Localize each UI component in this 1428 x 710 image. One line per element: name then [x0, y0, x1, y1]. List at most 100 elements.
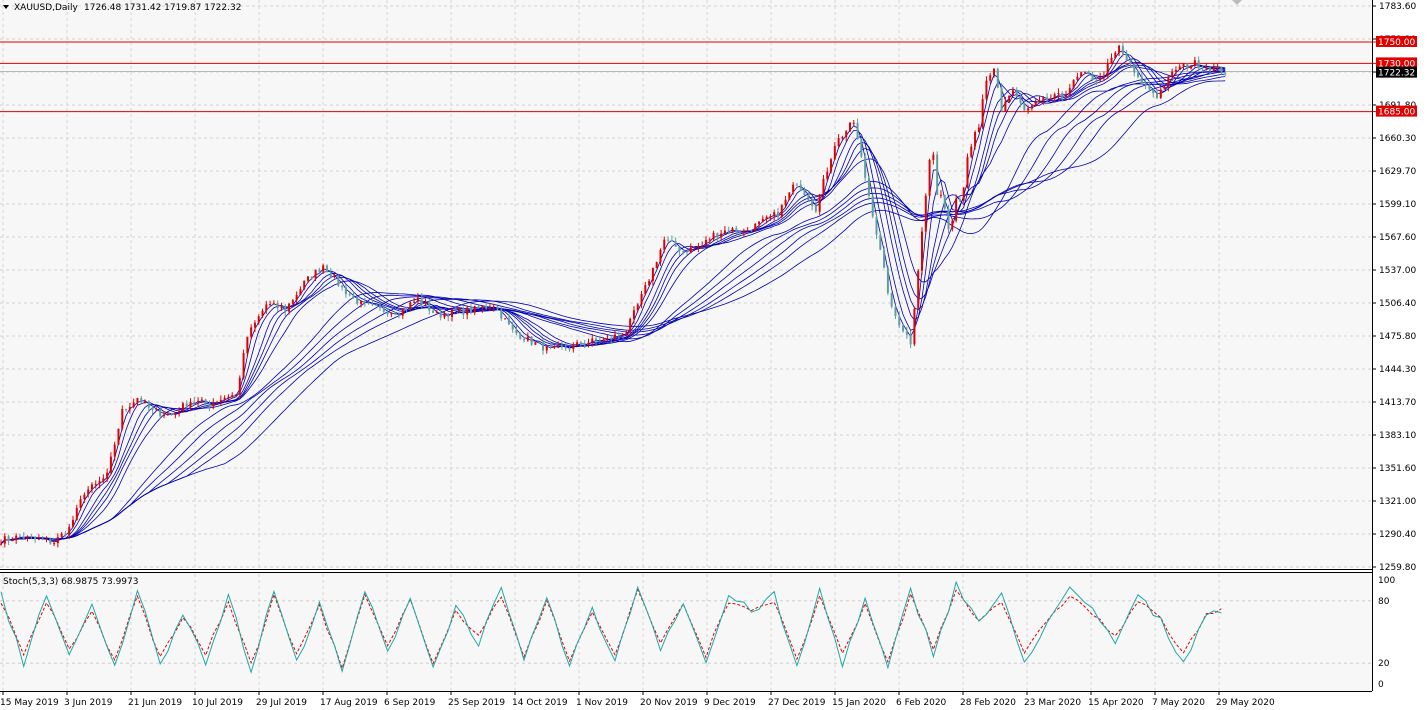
- level-price-label: 1750.00: [1378, 38, 1415, 48]
- candle-body: [242, 353, 245, 378]
- candle-body: [341, 285, 344, 288]
- candle-body: [799, 184, 802, 190]
- candle-body: [803, 189, 806, 196]
- candle-body: [1114, 52, 1117, 58]
- candle-body: [30, 536, 33, 538]
- candle-body: [697, 246, 700, 248]
- candle-body: [144, 401, 147, 403]
- candle-body: [466, 307, 469, 315]
- candle-body: [663, 239, 666, 250]
- candle-body: [22, 536, 25, 539]
- candle-body: [68, 526, 71, 536]
- candle-body: [500, 309, 503, 319]
- candle-body: [746, 230, 749, 232]
- candle-body: [773, 212, 776, 217]
- candle-body: [549, 345, 552, 348]
- candle-body: [1015, 90, 1018, 97]
- candle-body: [560, 345, 563, 347]
- candle-body: [1065, 94, 1068, 97]
- candle-body: [113, 444, 116, 457]
- candle-body: [742, 230, 745, 234]
- candle-body: [667, 239, 670, 241]
- candle-body: [140, 398, 143, 403]
- candle-body: [208, 403, 211, 407]
- candle-body: [3, 536, 6, 544]
- candle-body: [913, 308, 916, 345]
- candle-body: [56, 537, 59, 544]
- candle-body: [678, 246, 681, 252]
- candle-body: [568, 348, 571, 350]
- candle-body: [170, 413, 173, 415]
- candle-body: [1023, 102, 1026, 111]
- price-tick-label: 1413.70: [1379, 398, 1416, 408]
- candle-body: [784, 199, 787, 205]
- candle-body: [439, 312, 442, 318]
- candle-body: [894, 306, 897, 317]
- date-tick-label: 25 Sep 2019: [448, 698, 505, 708]
- price-tick-label: 1383.10: [1379, 431, 1416, 441]
- candle-body: [1080, 72, 1083, 77]
- candle-body: [458, 308, 461, 311]
- candle-body: [1095, 79, 1098, 81]
- price-tick-label: 1506.40: [1379, 299, 1416, 309]
- candle-body: [985, 80, 988, 100]
- stoch-title: Stoch(5,3,3) 68.9875 73.9973: [3, 577, 138, 587]
- candle-body: [216, 402, 219, 404]
- candle-body: [106, 472, 109, 479]
- candle-body: [974, 132, 977, 147]
- candle-body: [632, 310, 635, 319]
- candle-body: [1197, 60, 1200, 69]
- candle-body: [352, 295, 355, 298]
- chart-root[interactable]: 1783.601752.301722.321691.801660.301629.…: [0, 0, 1428, 710]
- candle-body: [178, 411, 181, 413]
- candle-body: [1163, 86, 1166, 90]
- candle-body: [451, 309, 454, 317]
- candle-body: [780, 204, 783, 217]
- candle-body: [958, 198, 961, 201]
- candle-body: [253, 322, 256, 328]
- candle-body: [1099, 77, 1102, 81]
- candle-body: [204, 399, 207, 404]
- date-tick-label: 10 Jul 2019: [192, 698, 243, 708]
- candle-body: [735, 228, 738, 233]
- date-axis[interactable]: 15 May 2019 3 Jun 2019 21 Jun 2019 10 Jul 2…: [0, 691, 1275, 708]
- candle-body: [1004, 101, 1007, 112]
- candle-body: [693, 247, 696, 249]
- candle-body: [197, 400, 200, 403]
- candle-body: [629, 318, 632, 333]
- candle-body: [1201, 68, 1204, 70]
- candle-body: [996, 68, 999, 88]
- candle-body: [53, 543, 56, 545]
- candle-body: [860, 139, 863, 157]
- candle-body: [386, 311, 389, 315]
- candle-body: [814, 205, 817, 212]
- candle-body: [87, 489, 90, 495]
- candle-body: [485, 306, 488, 309]
- symbol-label: XAUUSD,Daily: [14, 3, 78, 13]
- price-tick-label: 1351.60: [1379, 464, 1416, 474]
- candle-body: [545, 345, 548, 351]
- candle-body: [720, 233, 723, 237]
- candle-body: [723, 230, 726, 234]
- candle-body: [7, 536, 10, 541]
- candle-body: [49, 538, 52, 544]
- candle-body: [200, 399, 203, 401]
- candle-body: [981, 99, 984, 128]
- date-tick-label: 17 Aug 2019: [320, 698, 378, 708]
- candle-body: [72, 519, 75, 527]
- candle-body: [367, 302, 370, 304]
- candle-body: [1042, 97, 1045, 101]
- candle-body: [155, 409, 158, 411]
- candle-body: [344, 287, 347, 295]
- candle-body: [41, 538, 44, 540]
- candle-body: [79, 499, 82, 508]
- candle-body: [564, 346, 567, 349]
- candle-body: [909, 334, 912, 345]
- candle-body: [360, 301, 363, 304]
- date-tick-label: 27 Dec 2019: [768, 698, 826, 708]
- candle-body: [227, 396, 230, 398]
- date-tick-label: 15 Apr 2020: [1088, 698, 1144, 708]
- candle-body: [128, 407, 131, 410]
- candle-body: [329, 272, 332, 278]
- candle-body: [788, 192, 791, 200]
